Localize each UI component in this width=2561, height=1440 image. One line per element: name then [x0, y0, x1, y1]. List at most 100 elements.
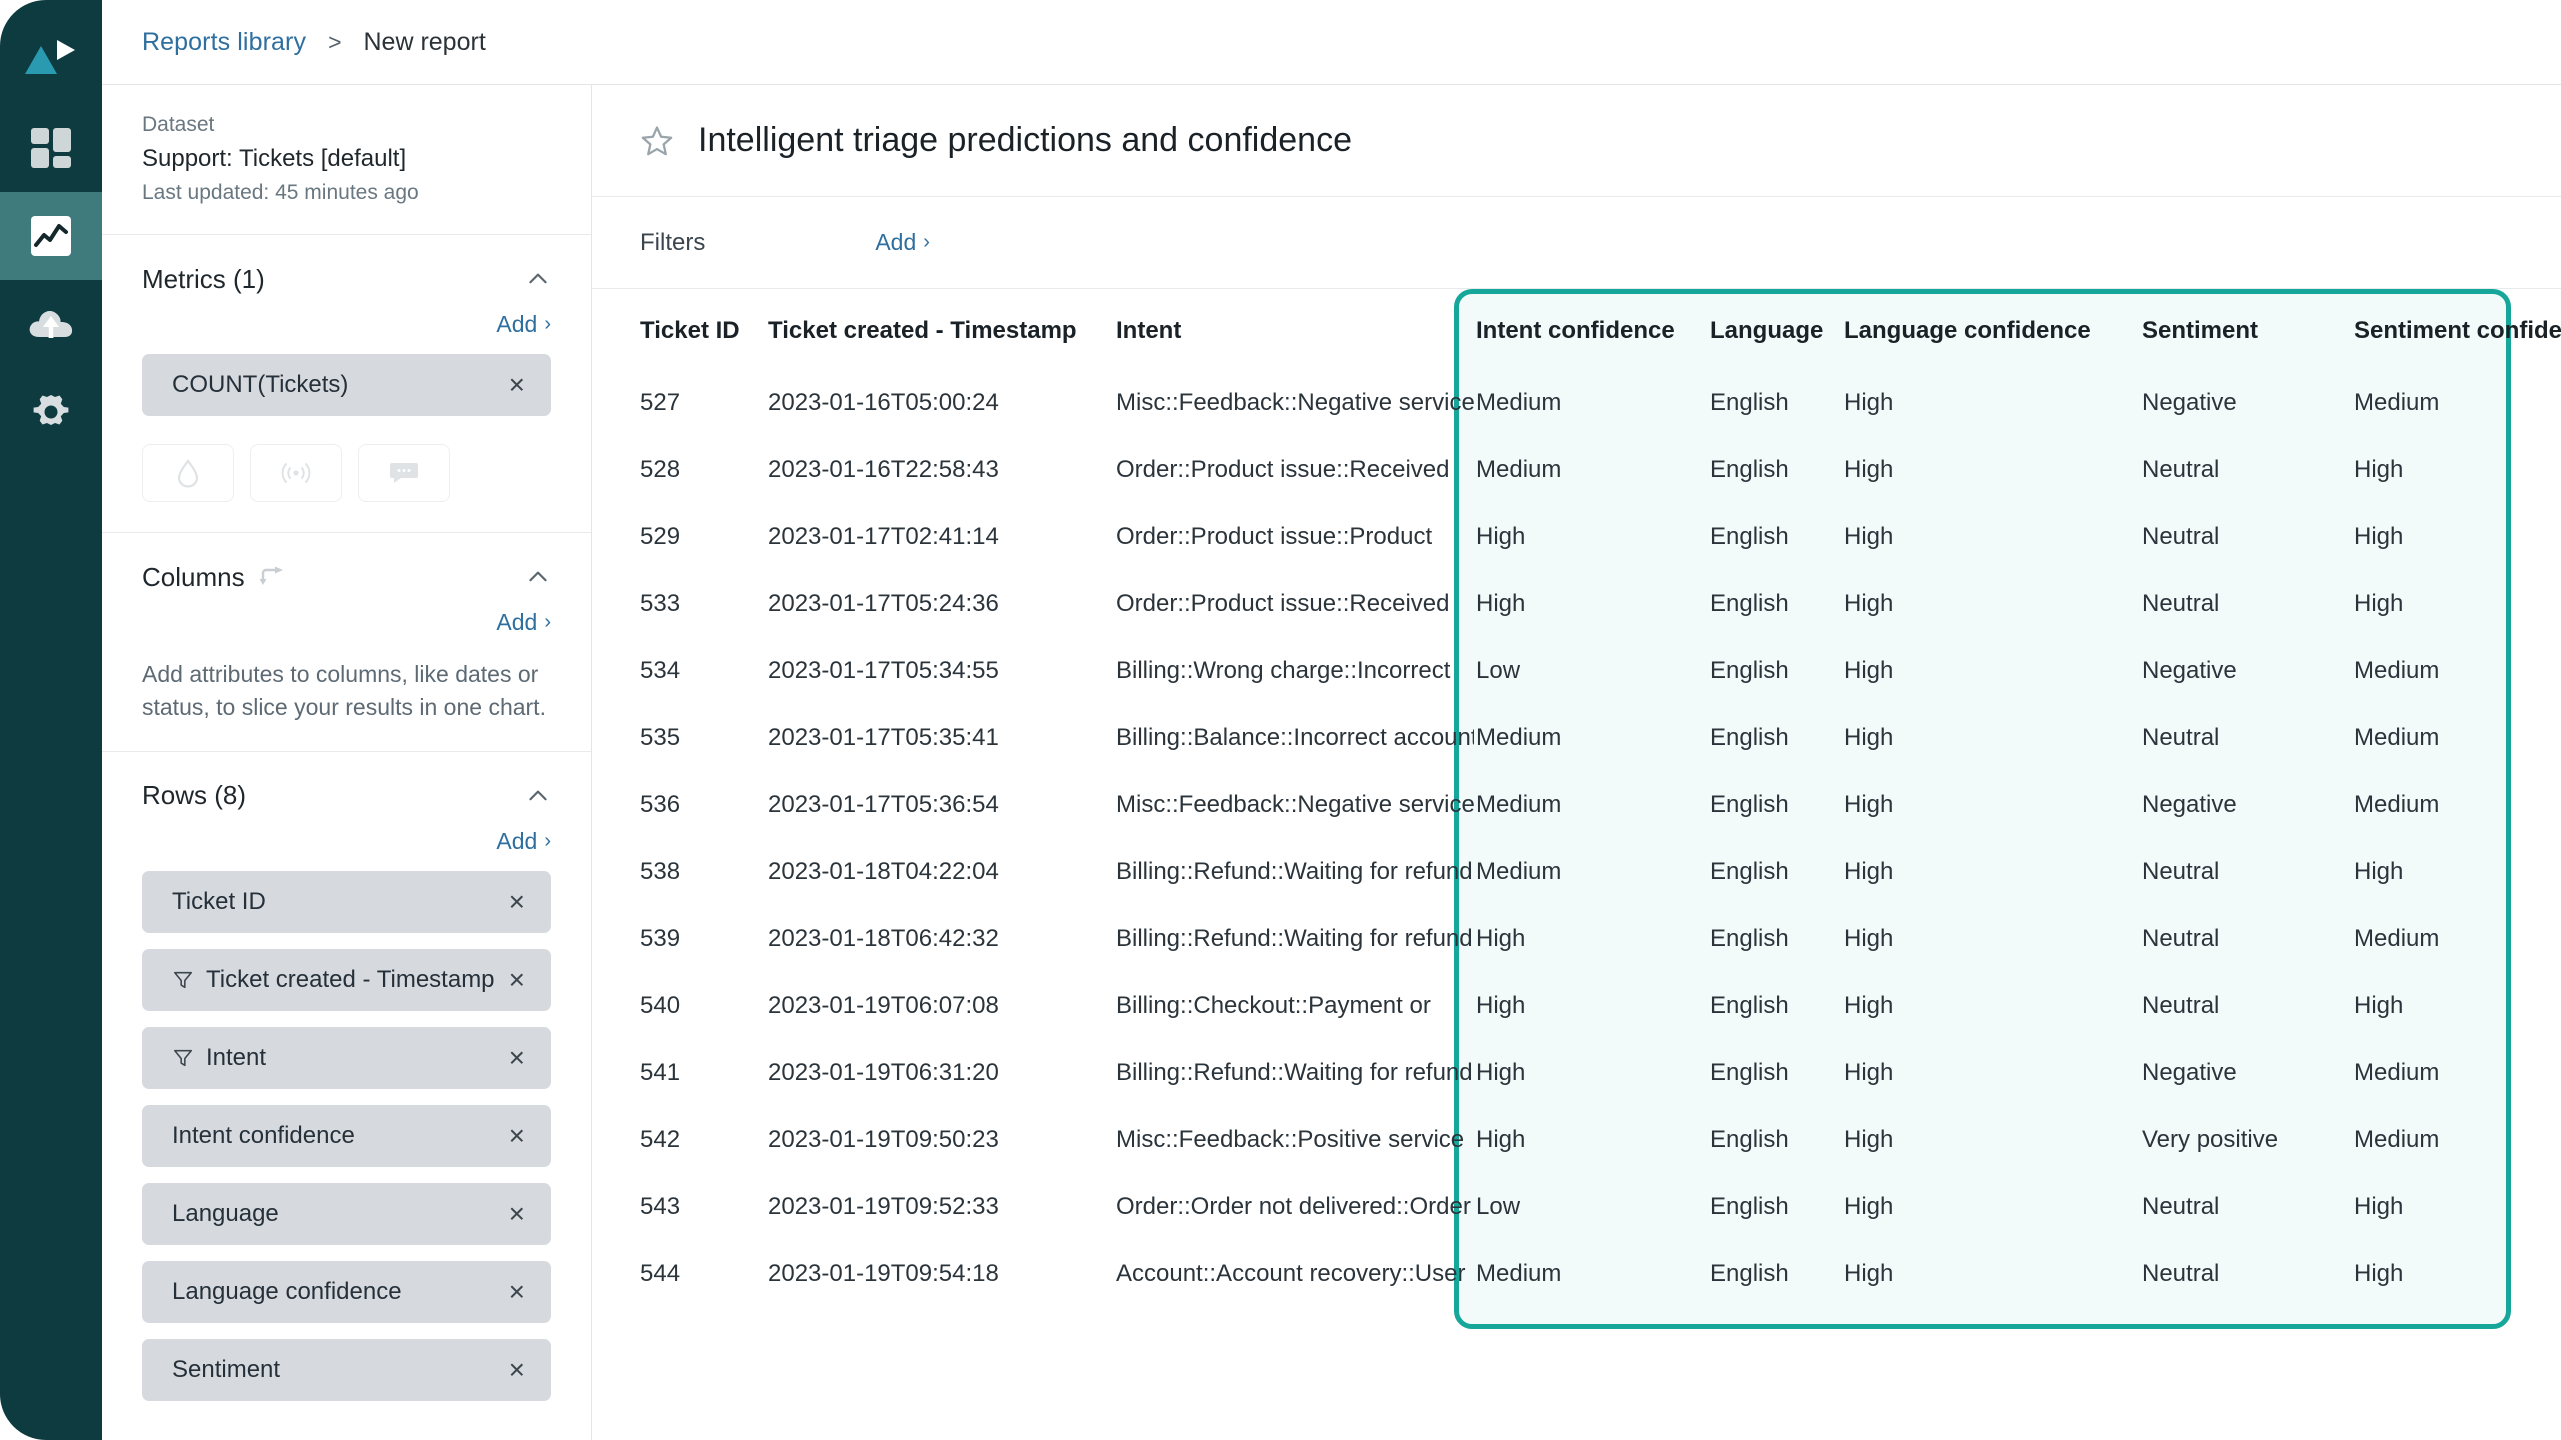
metrics-header[interactable]: Metrics (1) — [102, 261, 591, 297]
rows-add-button[interactable]: Add › — [496, 828, 551, 855]
row-chip[interactable]: Language × — [142, 1182, 551, 1245]
table-row[interactable]: 538 2023-01-18T04:22:04 Billing::Refund::W… — [640, 838, 2561, 905]
table-cell: Misc::Feedback::Positive service — [1116, 1106, 1476, 1173]
cell-text: High — [1844, 522, 1894, 550]
table-cell: 2023-01-17T05:24:36 — [768, 570, 1116, 637]
table-cell: High — [1844, 1240, 2142, 1307]
breadcrumb-reports-library-link[interactable]: Reports library — [142, 28, 306, 57]
cloud-upload-icon — [29, 311, 73, 338]
cell-text: Billing::Balance::Incorrect account — [1116, 723, 1474, 751]
row-chip[interactable]: Ticket created - Timestamp × — [142, 948, 551, 1011]
cell-text: Billing::Refund::Waiting for refund — [1116, 857, 1473, 885]
metric-chip-remove-button[interactable]: × — [505, 371, 529, 399]
chevron-up-icon[interactable] — [525, 783, 551, 809]
table-row[interactable]: 528 2023-01-16T22:58:43 Order::Product iss… — [640, 436, 2561, 503]
table-row[interactable]: 536 2023-01-17T05:36:54 Misc::Feedback::Ne… — [640, 771, 2561, 838]
cell-text: High — [1476, 924, 1526, 952]
report-config-sidebar: Dataset Support: Tickets [default] Last … — [102, 85, 592, 1440]
column-header[interactable]: Ticket created - Timestamp — [768, 289, 1116, 369]
row-chip-remove-button[interactable]: × — [505, 1121, 529, 1150]
cell-text: Low — [1476, 656, 1521, 684]
column-header[interactable]: Sentiment confidence — [2354, 289, 2561, 369]
cell-text: English — [1710, 589, 1789, 617]
viz-signal-button[interactable] — [250, 444, 342, 502]
row-chip[interactable]: Ticket ID × — [142, 870, 551, 933]
table-row[interactable]: 544 2023-01-19T09:54:18 Account::Account r… — [640, 1240, 2561, 1307]
table-row[interactable]: 541 2023-01-19T06:31:20 Billing::Refund::W… — [640, 1039, 2561, 1106]
table-row[interactable]: 534 2023-01-17T05:34:55 Billing::Wrong cha… — [640, 637, 2561, 704]
column-header[interactable]: Intent confidence — [1476, 289, 1710, 369]
filter-funnel-icon — [173, 971, 193, 988]
column-header[interactable]: Ticket ID — [640, 289, 768, 369]
table-cell: High — [1844, 838, 2142, 905]
columns-add-button[interactable]: Add › — [496, 609, 551, 636]
table-row[interactable]: 527 2023-01-16T05:00:24 Misc::Feedback::Ne… — [640, 369, 2561, 436]
row-chip-remove-button[interactable]: × — [505, 1277, 529, 1306]
cell-text: Misc::Feedback::Positive service — [1116, 1125, 1465, 1153]
report-table-container[interactable]: Ticket ID Ticket created - Timestamp Inten… — [592, 289, 2561, 1440]
cell-text: 538 — [640, 857, 681, 885]
table-row[interactable]: 529 2023-01-17T02:41:14 Order::Product iss… — [640, 503, 2561, 570]
row-chip[interactable]: Intent confidence × — [142, 1104, 551, 1167]
rows-header[interactable]: Rows (8) — [102, 778, 591, 814]
table-cell: 544 — [640, 1240, 768, 1307]
metrics-add-button[interactable]: Add › — [496, 311, 551, 338]
sidebar-item-reports[interactable] — [0, 192, 102, 280]
table-row[interactable]: 540 2023-01-19T06:07:08 Billing::Checkout:… — [640, 972, 2561, 1039]
column-header[interactable]: Sentiment — [2142, 289, 2354, 369]
chevron-up-icon[interactable] — [525, 564, 551, 590]
filters-label: Filters — [640, 228, 706, 256]
cell-text: Neutral — [2142, 1192, 2220, 1220]
dataset-last-updated: Last updated: 45 minutes ago — [142, 180, 419, 204]
table-cell: Billing::Refund::Waiting for refund — [1116, 905, 1476, 972]
column-header[interactable]: Language — [1710, 289, 1844, 369]
app-window: Reports library > New report Dataset Sup… — [0, 0, 2561, 1440]
row-chip-remove-button[interactable]: × — [505, 1043, 529, 1072]
row-chip-remove-button[interactable]: × — [505, 887, 529, 916]
column-header[interactable]: Language confidence — [1844, 289, 2142, 369]
app-logo[interactable] — [0, 16, 102, 104]
table-row[interactable]: 542 2023-01-19T09:50:23 Misc::Feedback::Po… — [640, 1106, 2561, 1173]
row-chip-remove-button[interactable]: × — [505, 1355, 529, 1384]
cell-text: 534 — [640, 656, 681, 684]
table-row[interactable]: 539 2023-01-18T06:42:32 Billing::Refund::W… — [640, 905, 2561, 972]
dataset-label: Dataset — [142, 113, 215, 136]
sidebar-item-dashboard[interactable] — [0, 104, 102, 192]
row-chip[interactable]: Language confidence × — [142, 1260, 551, 1323]
left-nav-rail — [0, 0, 102, 1440]
cell-text: 2023-01-17T05:36:54 — [768, 790, 999, 818]
metric-chip-count-tickets[interactable]: COUNT(Tickets) × — [142, 354, 551, 416]
filters-add-button[interactable]: Add › — [875, 229, 930, 256]
table-row[interactable]: 543 2023-01-19T09:52:33 Order::Order not d… — [640, 1173, 2561, 1240]
sidebar-item-upload[interactable] — [0, 280, 102, 368]
chevron-up-icon[interactable] — [525, 266, 551, 292]
table-cell: Medium — [2354, 905, 2561, 972]
viz-drop-button[interactable] — [142, 444, 234, 502]
table-cell: English — [1710, 436, 1844, 503]
column-header[interactable]: Intent — [1116, 289, 1476, 369]
table-cell: 2023-01-19T09:54:18 — [768, 1240, 1116, 1307]
table-row[interactable]: 533 2023-01-17T05:24:36 Order::Product iss… — [640, 570, 2561, 637]
viz-chat-button[interactable] — [358, 444, 450, 502]
cell-text: Neutral — [2142, 522, 2220, 550]
cell-text: High — [1844, 1192, 1894, 1220]
table-cell: Account::Account recovery::User — [1116, 1240, 1476, 1307]
table-row[interactable]: 535 2023-01-17T05:35:41 Billing::Balance::… — [640, 704, 2561, 771]
cell-text: Negative — [2142, 388, 2237, 416]
cell-text: High — [1844, 924, 1894, 952]
table-cell: High — [1476, 1106, 1710, 1173]
row-chip-remove-button[interactable]: × — [505, 965, 529, 994]
cell-text: 528 — [640, 455, 681, 483]
signal-icon — [281, 462, 311, 484]
row-chip[interactable]: Sentiment × — [142, 1338, 551, 1401]
sidebar-item-settings[interactable] — [0, 368, 102, 456]
cell-text: Medium — [2354, 1125, 2440, 1153]
row-chip[interactable]: Intent × — [142, 1026, 551, 1089]
cell-text: English — [1710, 388, 1789, 416]
table-cell: Neutral — [2142, 570, 2354, 637]
row-chip-remove-button[interactable]: × — [505, 1199, 529, 1228]
table-cell: High — [1844, 1173, 2142, 1240]
cell-text: English — [1710, 455, 1789, 483]
columns-header[interactable]: Columns — [102, 559, 591, 595]
star-outline-icon[interactable] — [640, 124, 674, 158]
